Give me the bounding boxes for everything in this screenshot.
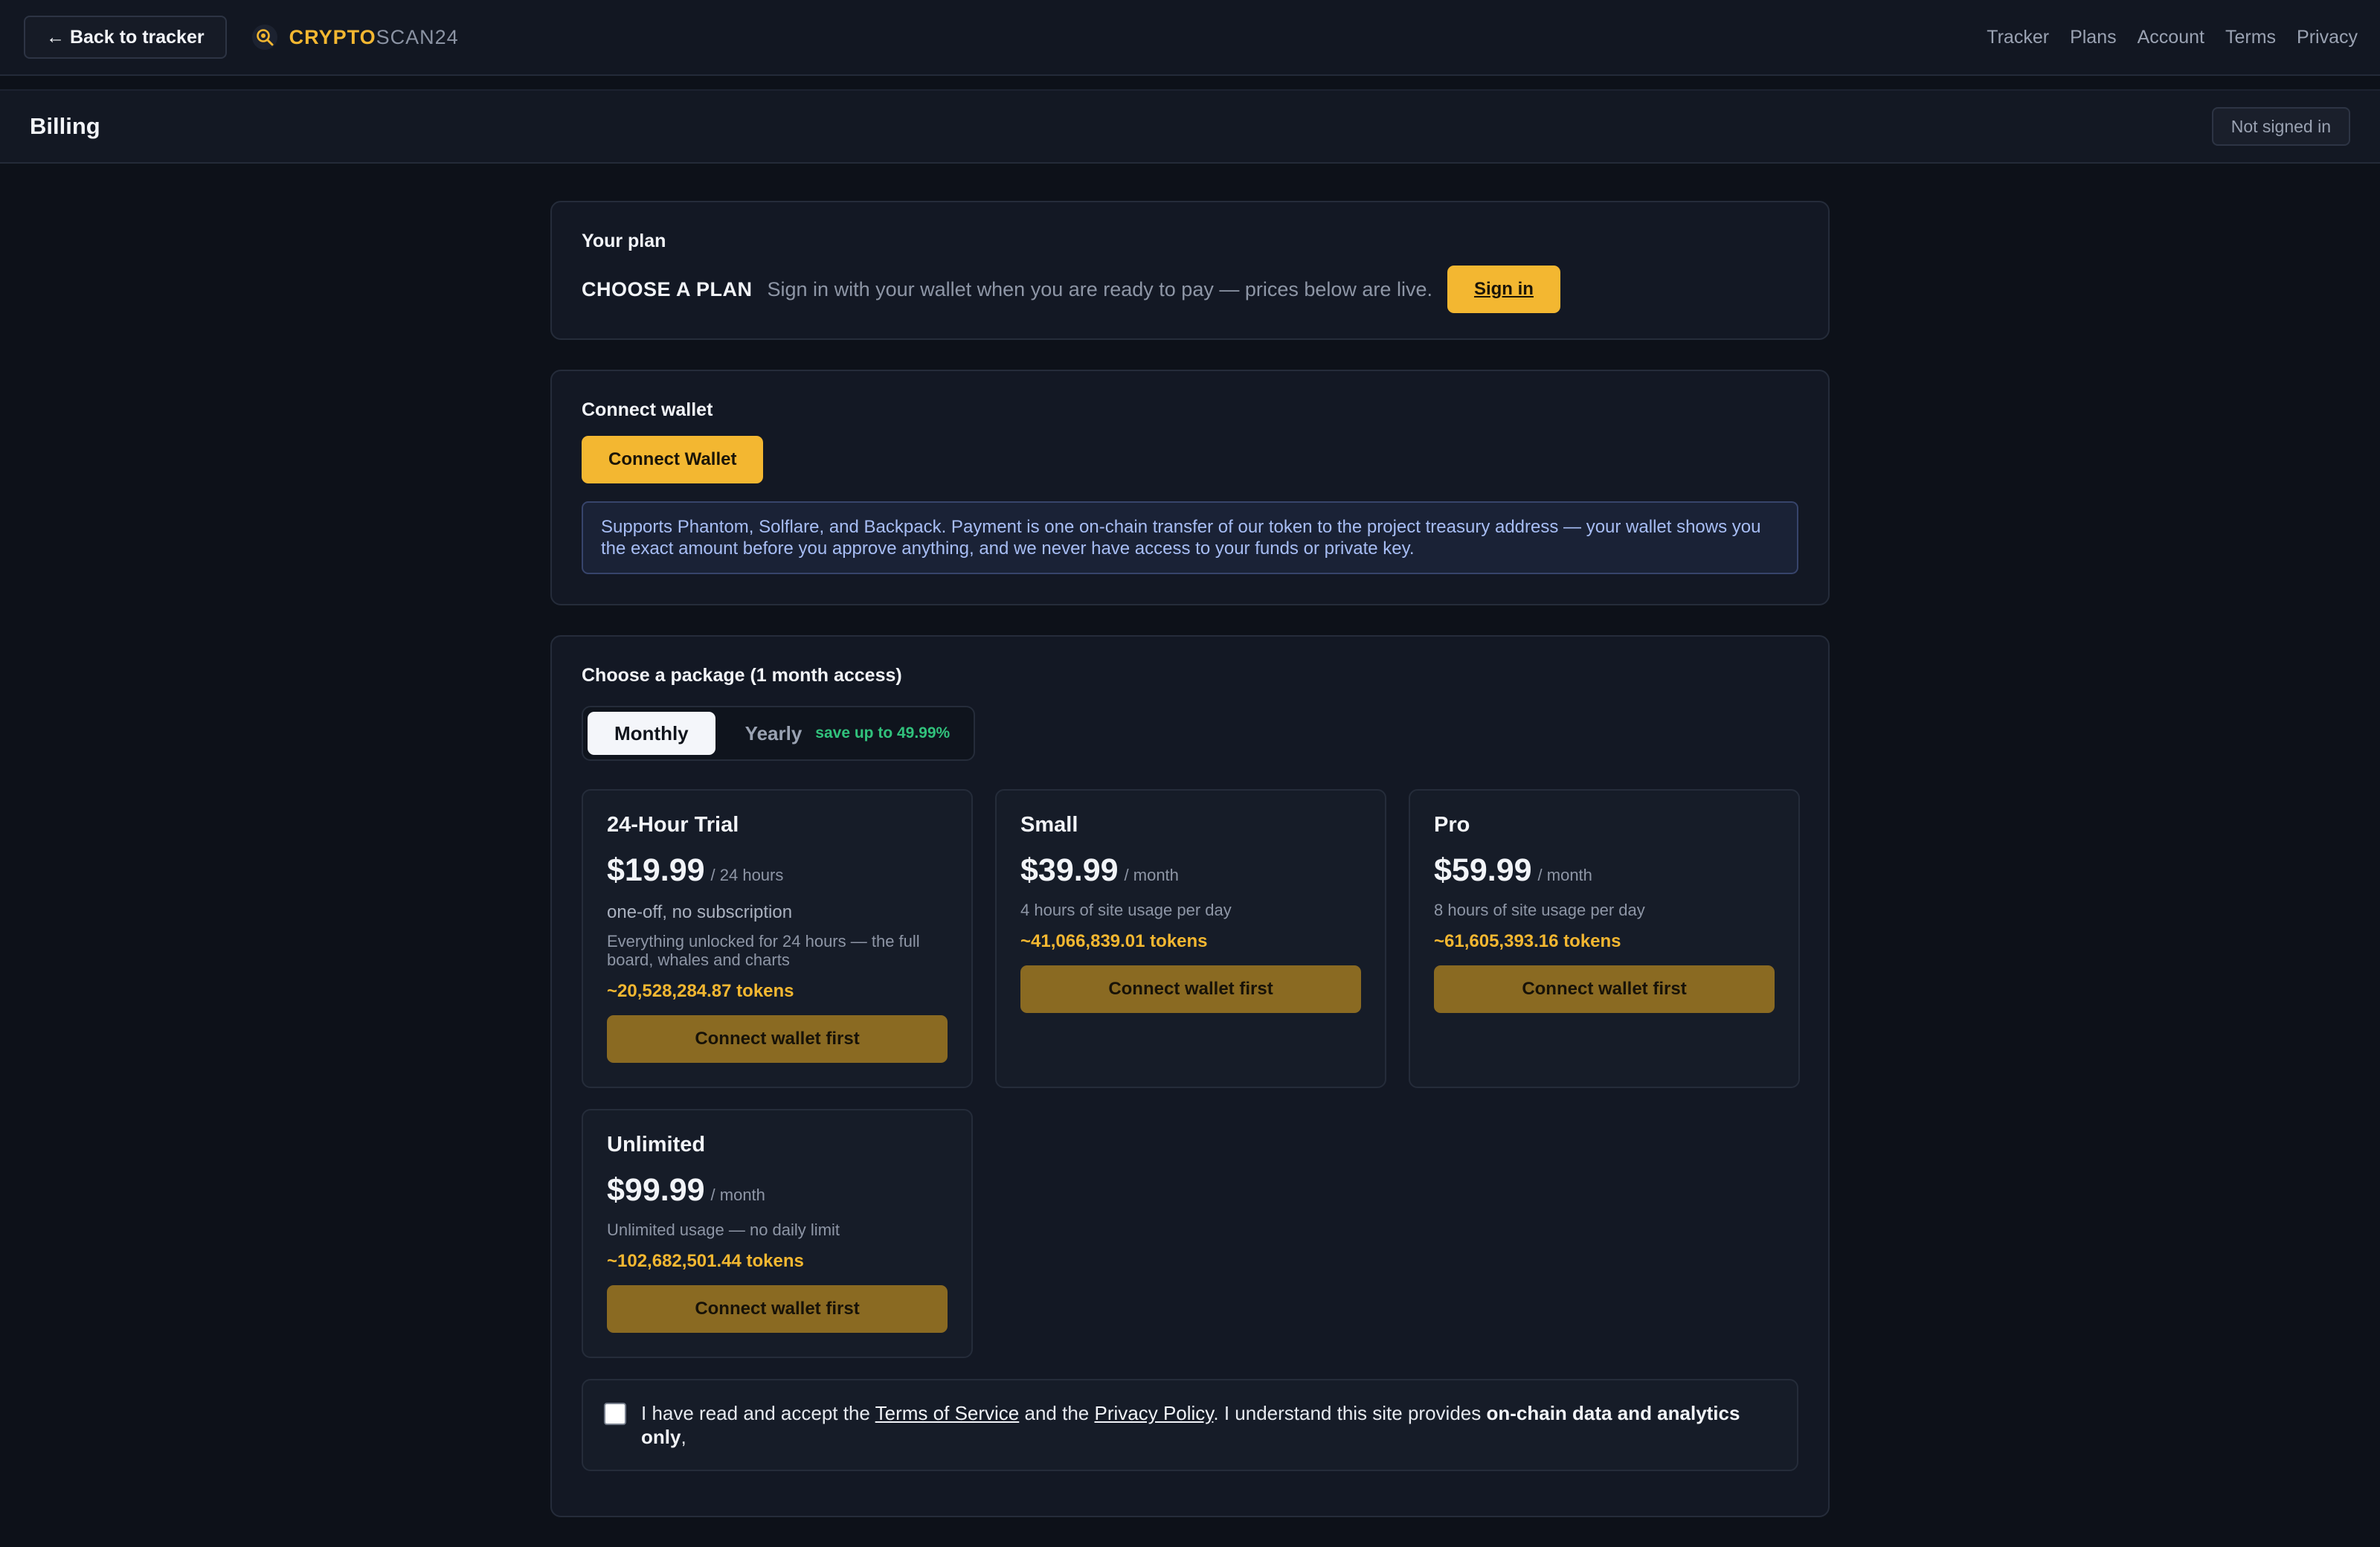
package-description: Everything unlocked for 24 hours — the f… bbox=[607, 932, 920, 969]
package-price-row: $99.99 / month bbox=[607, 1172, 948, 1209]
package-period: / 24 hours bbox=[710, 866, 784, 884]
sign-in-button[interactable]: Sign in bbox=[1447, 266, 1560, 313]
terms-middle: . I understand this site provides bbox=[1213, 1402, 1482, 1424]
package-token-amount: ~41,066,839.01 tokens bbox=[1020, 931, 1208, 951]
package-card-trial: 24-Hour Trial $19.99 / 24 hours one-off,… bbox=[582, 789, 973, 1088]
package-subtitle: one-off, no subscription bbox=[607, 902, 793, 922]
packages-title: Choose a package (1 month access) bbox=[582, 665, 902, 686]
nav-link-plans[interactable]: Plans bbox=[2070, 27, 2117, 48]
package-buy-button[interactable]: Connect wallet first bbox=[607, 1015, 948, 1063]
privacy-policy-link[interactable]: Privacy Policy bbox=[1094, 1402, 1213, 1424]
connect-wallet-button[interactable]: Connect Wallet bbox=[582, 436, 764, 483]
brand-logo[interactable]: CRYPTO SCAN24 bbox=[251, 25, 459, 50]
nav-link-account[interactable]: Account bbox=[2138, 27, 2204, 48]
current-plan-label: CHOOSE A PLAN bbox=[582, 277, 753, 300]
package-price: $99.99 bbox=[607, 1172, 705, 1208]
back-to-tracker-button[interactable]: ← Back to tracker bbox=[24, 16, 227, 59]
package-buy-button[interactable]: Connect wallet first bbox=[607, 1285, 948, 1333]
page-title: Billing bbox=[30, 113, 100, 139]
nav-link-privacy[interactable]: Privacy bbox=[2297, 27, 2358, 48]
package-period: / month bbox=[710, 1186, 765, 1204]
package-price-row: $19.99 / 24 hours bbox=[607, 852, 948, 889]
package-token-amount: ~61,605,393.16 tokens bbox=[1434, 931, 1621, 951]
toggle-yearly[interactable]: Yearly save up to 49.99% bbox=[715, 712, 970, 755]
package-description: 4 hours of site usage per day bbox=[1020, 901, 1232, 919]
package-price: $19.99 bbox=[607, 852, 705, 888]
auth-status-badge: Not signed in bbox=[2211, 107, 2350, 146]
package-grid: 24-Hour Trial $19.99 / 24 hours one-off,… bbox=[582, 789, 1800, 1358]
package-name: 24-Hour Trial bbox=[607, 813, 739, 837]
toggle-monthly[interactable]: Monthly bbox=[588, 712, 715, 755]
package-name: Pro bbox=[1434, 813, 1470, 837]
connect-wallet-card: Connect wallet Connect Wallet Supports P… bbox=[550, 370, 1830, 605]
terms-text: I have read and accept the Terms of Serv… bbox=[641, 1401, 1776, 1449]
package-price-row: $59.99 / month bbox=[1434, 852, 1775, 889]
brand-name-secondary: SCAN24 bbox=[376, 25, 459, 48]
billing-header: Billing Not signed in bbox=[0, 89, 2380, 164]
package-description: Unlimited usage — no daily limit bbox=[607, 1220, 840, 1239]
top-nav: ← Back to tracker CRYPTO SCAN24 Tracker P… bbox=[0, 0, 2380, 76]
brand-name-primary: CRYPTO bbox=[289, 25, 376, 48]
your-plan-card: Your plan CHOOSE A PLAN Sign in with you… bbox=[550, 201, 1830, 340]
billing-main: Your plan CHOOSE A PLAN Sign in with you… bbox=[550, 201, 1830, 1547]
package-period: / month bbox=[1537, 866, 1592, 884]
nav-links: Tracker Plans Account Terms Privacy bbox=[1987, 0, 2358, 74]
magnifier-coin-icon bbox=[251, 25, 277, 50]
package-buy-button[interactable]: Connect wallet first bbox=[1434, 965, 1775, 1013]
toggle-yearly-label: Yearly bbox=[744, 721, 803, 744]
terms-checkbox[interactable] bbox=[604, 1403, 626, 1425]
connect-wallet-title: Connect wallet bbox=[582, 399, 713, 420]
billing-period-toggle: Monthly Yearly save up to 49.99% bbox=[582, 706, 976, 761]
package-buy-button[interactable]: Connect wallet first bbox=[1020, 965, 1361, 1013]
package-price: $59.99 bbox=[1434, 852, 1532, 888]
package-price: $39.99 bbox=[1020, 852, 1119, 888]
package-price-row: $39.99 / month bbox=[1020, 852, 1361, 889]
package-name: Small bbox=[1020, 813, 1078, 837]
package-card-unlimited: Unlimited $99.99 / month Unlimited usage… bbox=[582, 1109, 973, 1358]
package-token-amount: ~20,528,284.87 tokens bbox=[607, 981, 794, 1001]
terms-acceptance: I have read and accept the Terms of Serv… bbox=[582, 1379, 1798, 1471]
package-card-pro: Pro $59.99 / month 8 hours of site usage… bbox=[1409, 789, 1800, 1088]
package-token-amount: ~102,682,501.44 tokens bbox=[607, 1251, 804, 1271]
your-plan-title: Your plan bbox=[582, 231, 666, 251]
terms-prefix: I have read and accept the bbox=[641, 1402, 870, 1424]
package-period: / month bbox=[1124, 866, 1179, 884]
plan-hint-text: Sign in with your wallet when you are re… bbox=[767, 277, 1432, 300]
package-description: 8 hours of site usage per day bbox=[1434, 901, 1645, 919]
terms-and: and the bbox=[1024, 1402, 1090, 1424]
nav-link-tracker[interactable]: Tracker bbox=[1987, 27, 2049, 48]
plan-row: CHOOSE A PLAN Sign in with your wallet w… bbox=[582, 266, 1798, 313]
yearly-save-badge: save up to 49.99% bbox=[815, 724, 951, 742]
wallet-info-notice: Supports Phantom, Solflare, and Backpack… bbox=[582, 501, 1798, 574]
package-card-small: Small $39.99 / month 4 hours of site usa… bbox=[995, 789, 1386, 1088]
package-name: Unlimited bbox=[607, 1133, 706, 1157]
terms-suffix: , bbox=[681, 1426, 686, 1448]
nav-link-terms[interactable]: Terms bbox=[2225, 27, 2276, 48]
terms-of-service-link[interactable]: Terms of Service bbox=[875, 1402, 1020, 1424]
packages-card: Choose a package (1 month access) Monthl… bbox=[550, 635, 1830, 1517]
